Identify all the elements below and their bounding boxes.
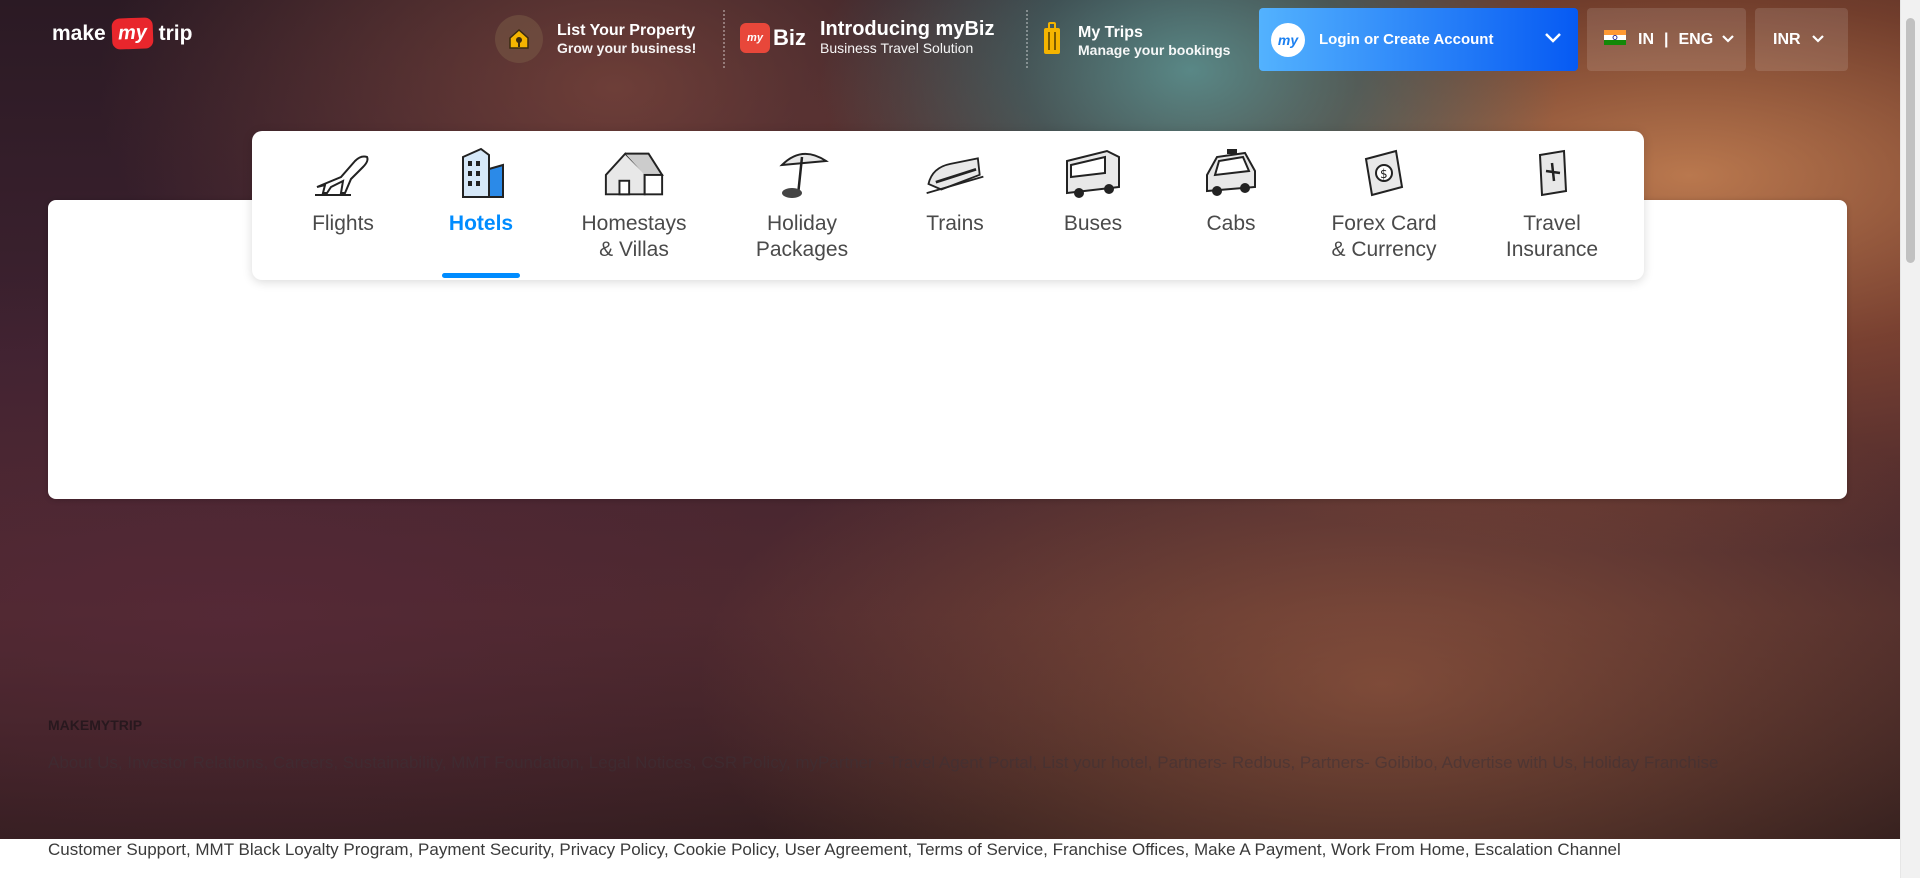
region-divider: |	[1664, 30, 1669, 48]
country-language-selector[interactable]: IN | ENG	[1587, 8, 1746, 71]
logo-trip: trip	[158, 21, 193, 45]
umbrella-icon	[770, 145, 834, 201]
nav-buses[interactable]: Buses	[1024, 131, 1162, 280]
train-icon	[923, 145, 987, 201]
svg-text:$: $	[1380, 167, 1388, 181]
nav-label: Hotels	[448, 212, 514, 235]
product-nav-bar: Flights Hotels Homestays & Villas Holida…	[252, 131, 1644, 280]
nav-flights[interactable]: Flights	[274, 131, 412, 280]
country-code: IN	[1638, 30, 1654, 48]
mybiz-logo: my Biz	[740, 22, 806, 53]
scrollbar-thumb[interactable]	[1906, 18, 1915, 263]
makemytrip-logo[interactable]: make my trip	[52, 17, 193, 50]
hotel-building-icon	[449, 145, 513, 201]
login-create-account-button[interactable]: my Login or Create Account	[1259, 8, 1578, 71]
currency-code: INR	[1773, 30, 1801, 48]
currency-selector[interactable]: INR	[1755, 8, 1848, 71]
nav-label: Travel Insurance	[1505, 212, 1599, 261]
nav-cabs[interactable]: Cabs	[1162, 131, 1300, 280]
list-property-link[interactable]: List Your Property Grow your business!	[495, 15, 696, 63]
language-code: ENG	[1678, 30, 1714, 48]
nav-label: Flights	[312, 212, 374, 235]
footer-links-row-1[interactable]: About Us, Investor Relations, Careers, S…	[48, 753, 1719, 773]
login-label: Login or Create Account	[1319, 31, 1494, 48]
header-divider	[1026, 10, 1028, 68]
nav-homestays-villas[interactable]: Homestays & Villas	[550, 131, 718, 280]
nav-label: Forex Card & Currency	[1331, 212, 1437, 261]
mybiz-link[interactable]: my Biz Introducing myBiz Business Travel…	[740, 18, 994, 57]
mybiz-subtitle: Business Travel Solution	[820, 40, 974, 56]
suitcase-icon	[1040, 20, 1064, 61]
property-key-icon	[495, 15, 543, 63]
insurance-icon	[1520, 145, 1584, 201]
my-trips-subtitle: Manage your bookings	[1078, 41, 1231, 58]
my-trips-title: My Trips	[1078, 23, 1143, 41]
logo-my: my	[111, 17, 154, 50]
page-scrollbar[interactable]	[1900, 0, 1920, 878]
car-icon	[1199, 145, 1263, 201]
house-icon	[602, 145, 666, 201]
nav-label: Homestays & Villas	[581, 212, 687, 261]
chevron-down-icon	[1721, 31, 1735, 49]
list-property-subtitle: Grow your business!	[557, 40, 697, 56]
nav-label: Cabs	[1206, 212, 1256, 235]
nav-hotels[interactable]: Hotels	[412, 131, 550, 280]
forex-card-icon: $	[1352, 145, 1416, 201]
india-flag-icon	[1604, 29, 1626, 50]
bus-icon	[1061, 145, 1125, 201]
nav-trains[interactable]: Trains	[886, 131, 1024, 280]
logo-make: make	[52, 21, 106, 45]
nav-forex-currency[interactable]: $ Forex Card & Currency	[1300, 131, 1468, 280]
chevron-down-icon	[1544, 31, 1562, 49]
footer-links-bar: Customer Support, MMT Black Loyalty Prog…	[0, 839, 1900, 878]
header-divider	[723, 10, 725, 68]
mybiz-bag-icon: my	[740, 22, 770, 53]
my-trips-link[interactable]: My Trips Manage your bookings	[1040, 20, 1230, 61]
footer-links-row-2[interactable]: Customer Support, MMT Black Loyalty Prog…	[48, 839, 1621, 860]
nav-holiday-packages[interactable]: Holiday Packages	[718, 131, 886, 280]
nav-travel-insurance[interactable]: Travel Insurance	[1468, 131, 1636, 280]
active-tab-indicator	[442, 273, 520, 278]
chevron-down-icon	[1811, 31, 1825, 49]
top-header: make my trip List Your Property Grow you…	[0, 0, 1900, 80]
list-property-title: List Your Property	[557, 22, 696, 39]
mybiz-badge-text: Biz	[773, 24, 806, 50]
footer-title: MAKEMYTRIP	[48, 717, 143, 733]
mybiz-title: Introducing myBiz	[820, 18, 995, 40]
nav-label: Trains	[926, 212, 984, 235]
nav-label: Holiday Packages	[755, 212, 849, 261]
plane-icon	[311, 145, 375, 201]
nav-label: Buses	[1063, 212, 1123, 235]
user-avatar-icon: my	[1271, 22, 1305, 57]
